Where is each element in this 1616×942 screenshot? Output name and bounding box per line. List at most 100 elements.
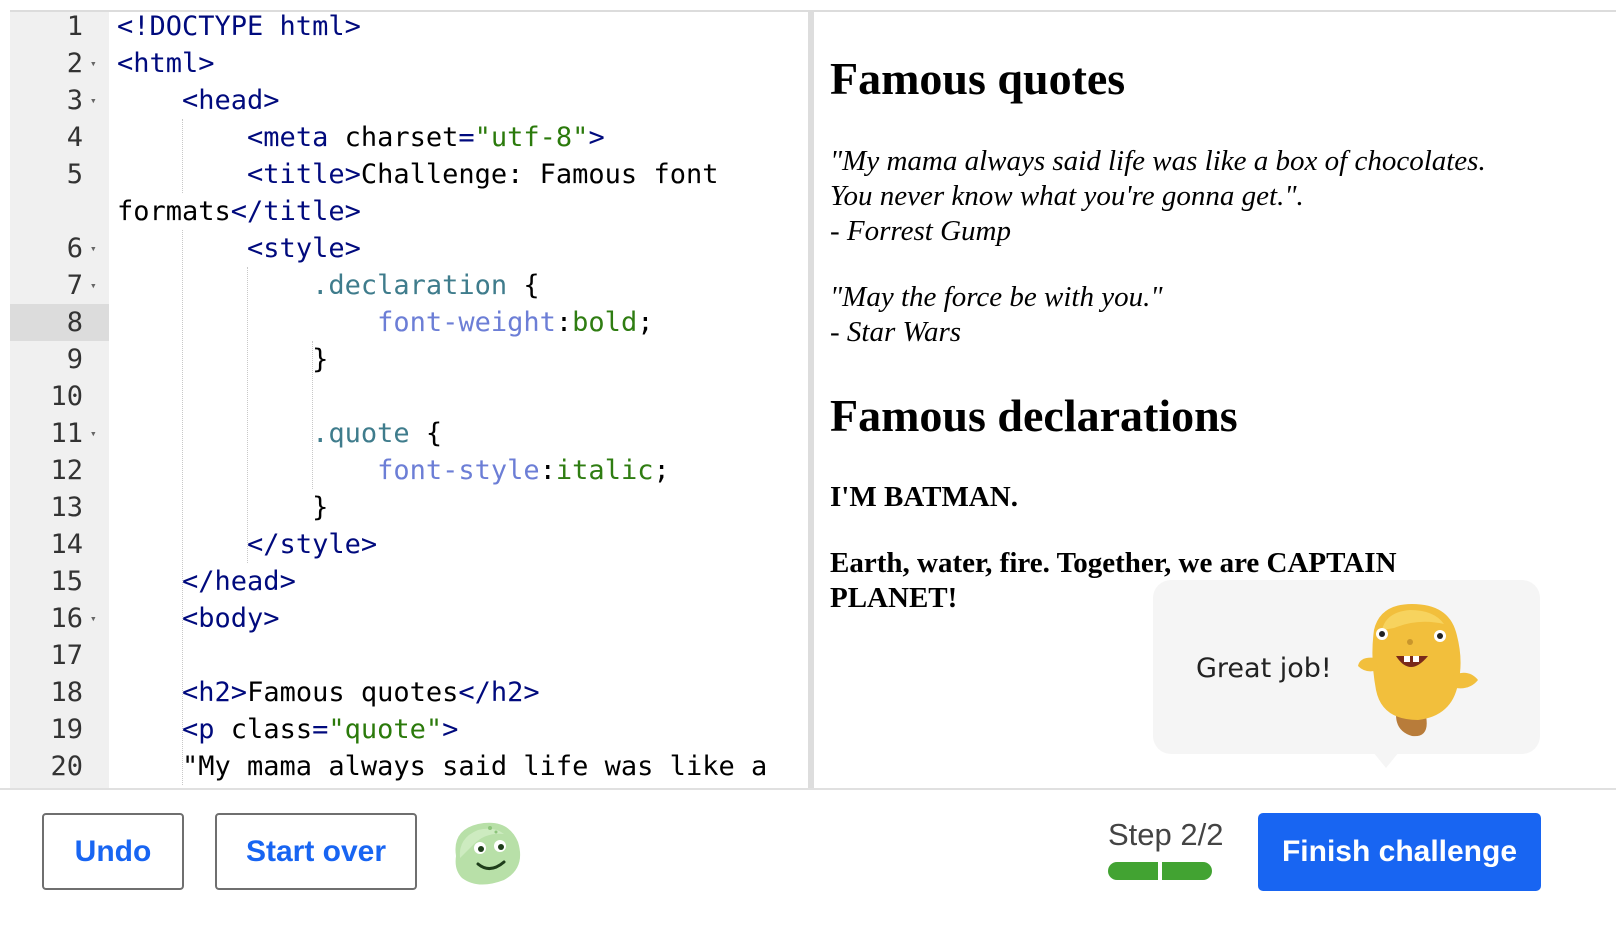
quote1-line2: You never know what you're gonna get.". [830, 180, 1304, 212]
line-number: 15 [10, 563, 109, 600]
line-number-label: 4 [66, 122, 83, 153]
step-indicator: Step 2/2 [1108, 817, 1224, 852]
quote2-line1: "May the force be with you." [830, 281, 1163, 313]
line-number-label: 2 [66, 48, 83, 79]
code-line: <p class="quote"> [117, 711, 458, 748]
code-token: "quote" [328, 714, 443, 745]
line-number: 19 [10, 711, 109, 748]
code-token: = [458, 122, 475, 153]
line-number: 14 [10, 526, 109, 563]
fold-arrow-icon[interactable]: ▾ [90, 230, 97, 267]
line-number: 4 [10, 119, 109, 156]
line-number: 12 [10, 452, 109, 489]
line-number-label: 3 [66, 85, 83, 116]
line-number-label: 1 [66, 12, 83, 42]
fold-arrow-icon[interactable]: ▾ [90, 600, 97, 637]
line-number-label: 12 [50, 455, 83, 486]
green-blob-avatar-icon [455, 822, 521, 885]
code-line: <head> [117, 82, 280, 119]
code-token: <body> [182, 603, 280, 634]
yellow-monster-mascot-icon [1358, 604, 1478, 737]
code-token: ; [637, 307, 654, 338]
code-token: ; [653, 455, 670, 486]
code-line: font-weight:bold; [117, 304, 653, 341]
code-token: } [117, 344, 329, 375]
line-number-label: 14 [50, 529, 83, 560]
code-token: <style> [247, 233, 361, 264]
declaration1: I'M BATMAN. [830, 481, 1018, 513]
code-token: : [539, 455, 556, 486]
code-token: { [409, 418, 443, 449]
fold-arrow-icon[interactable]: ▾ [90, 82, 97, 119]
code-line: <style> [117, 230, 361, 267]
declaration2-line1: Earth, water, fire. Together, we are CAP… [830, 547, 1397, 579]
line-number: 5 [10, 156, 109, 193]
start-over-button[interactable]: Start over [215, 813, 417, 890]
line-number: 7 ▾ [10, 267, 109, 304]
code-line: .quote { [117, 415, 442, 452]
line-number-label: 9 [66, 344, 83, 375]
code-token: > [588, 122, 605, 153]
line-number: 2 ▾ [10, 45, 109, 82]
line-number: 20 [10, 748, 109, 785]
fold-arrow-icon[interactable]: ▾ [90, 267, 97, 304]
code-line: <h2>Famous quotes</h2> [117, 674, 540, 711]
line-number: 6 ▾ [10, 230, 109, 267]
line-number: 3 ▾ [10, 82, 109, 119]
quote1-line1: "My mama always said life was like a box… [830, 145, 1486, 177]
code-line: formats</title> [117, 193, 361, 230]
code-token: "My mama always said life was like a [117, 751, 768, 782]
code-token: <p [182, 714, 215, 745]
code-line: "My mama always said life was like a [117, 748, 767, 785]
undo-button[interactable]: Undo [42, 813, 184, 890]
line-number-label: 15 [50, 566, 83, 597]
finish-challenge-button[interactable]: Finish challenge [1258, 813, 1541, 891]
code-editor[interactable]: 1 2 ▾ 3 ▾ 4 5 6 ▾ 7 ▾ 8 9 10 11 ▾ 12 13 14 15 16 ▾ 17 18 19 20 <!… [10, 12, 808, 788]
code-token: formats [117, 196, 231, 227]
line-number-label: 5 [66, 159, 83, 190]
fold-arrow-icon[interactable]: ▾ [90, 45, 97, 82]
code-token: { [507, 270, 540, 301]
code-line: .declaration { [117, 267, 540, 304]
code-line: } [117, 489, 328, 526]
line-number: 10 [10, 378, 109, 415]
line-number-label: 8 [66, 307, 83, 338]
code-token: charset [328, 122, 459, 153]
line-number: 13 [10, 489, 109, 526]
code-line: } [117, 341, 328, 378]
line-number: 18 [10, 674, 109, 711]
line-number-label: 11 [50, 418, 83, 449]
code-token: .declaration [312, 270, 508, 301]
code-token: </h2> [458, 677, 540, 708]
code-token: </style> [247, 529, 378, 560]
line-number-label: 19 [50, 714, 83, 745]
line-number: 9 [10, 341, 109, 378]
code-token: = [312, 714, 329, 745]
active-line-number: 8 [10, 304, 109, 341]
line-number-gutter: 1 2 ▾ 3 ▾ 4 5 6 ▾ 7 ▾ 8 9 10 11 ▾ 12 13 14 15 16 ▾ 17 18 19 20 [10, 12, 109, 788]
line-number-label: 13 [50, 492, 83, 523]
quote1-author: - Forrest Gump [830, 215, 1011, 247]
code-token: <html> [117, 48, 215, 79]
code-token: <h2> [182, 677, 248, 708]
code-line: font-style:italic; [117, 452, 670, 489]
line-number [10, 193, 109, 230]
code-token: } [117, 492, 329, 523]
progress-segment-2 [1162, 862, 1212, 880]
code-token: "utf-8" [474, 122, 589, 153]
progress-segment-1 [1108, 862, 1158, 880]
code-line: <!DOCTYPE html> [117, 12, 361, 45]
code-token: italic [555, 455, 654, 486]
fold-arrow-icon[interactable]: ▾ [90, 415, 97, 452]
code-token: </head> [182, 566, 296, 597]
line-number: 1 [10, 12, 109, 45]
step-progress-bar [1108, 862, 1212, 880]
code-line: <body> [117, 600, 280, 637]
line-number-label: 6 [66, 233, 83, 264]
code-token: font-weight [377, 307, 556, 338]
